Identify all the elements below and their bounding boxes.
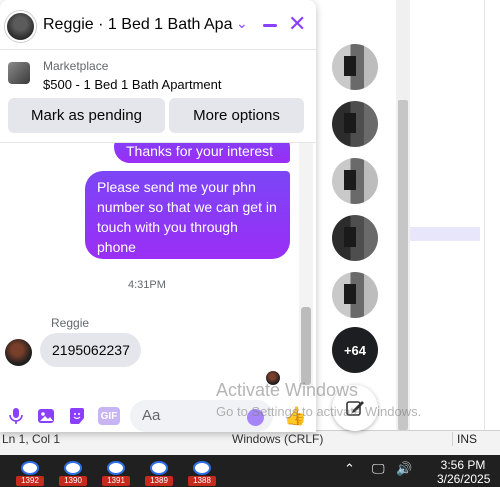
taskbar-app-button[interactable]: 1390 (59, 458, 87, 486)
contact-avatar[interactable] (5, 11, 36, 42)
taskbar-badge: 1392 (16, 476, 44, 486)
messenger-chat-window: Reggie · 1 Bed 1 Bath Apar... ⌄ ✕ Market… (0, 0, 316, 432)
taskbar-app-button[interactable]: 1391 (102, 458, 130, 486)
message-bubble-incoming[interactable]: 2195062237 (40, 333, 141, 367)
activate-windows-subtext: Go to Settings to activate Windows. (216, 404, 422, 419)
more-options-button[interactable]: More options (169, 98, 304, 133)
clock-time: 3:56 PM (440, 458, 486, 472)
background-scrollbar[interactable] (484, 0, 500, 430)
message-bubble-outgoing[interactable]: Please send me your phn number so that w… (85, 171, 290, 259)
marketplace-label: Marketplace (43, 59, 109, 73)
chevron-up-icon[interactable]: ⌃ (344, 461, 355, 477)
activate-windows-watermark: Activate Windows (216, 380, 359, 400)
message-timestamp: 4:31PM (128, 279, 166, 291)
app-icon (107, 461, 125, 475)
sender-name: Reggie (51, 316, 90, 330)
taskbar-app-button[interactable]: 1392 (16, 458, 44, 486)
microphone-icon[interactable] (7, 407, 25, 425)
background-selection (410, 227, 480, 241)
minimize-icon[interactable] (263, 24, 277, 27)
chat-head-avatar[interactable] (332, 44, 378, 90)
taskbar-badge: 1391 (102, 476, 130, 486)
chat-title[interactable]: Reggie · 1 Bed 1 Bath Apar... (43, 16, 233, 34)
clock[interactable]: 3:56 PM 3/26/2025 (437, 458, 491, 486)
chat-head-avatar[interactable] (332, 215, 378, 261)
clock-date: 3/26/2025 (437, 472, 491, 486)
chat-heads-scrollbar-thumb[interactable] (398, 100, 408, 430)
taskbar-badge: 1389 (145, 476, 173, 486)
app-icon (150, 461, 168, 475)
mark-as-pending-button[interactable]: Mark as pending (8, 98, 165, 133)
windows-taskbar: 1392 1390 1391 1389 1388 ⌃ 🖵 🔊 3:56 PM 3… (0, 455, 500, 487)
app-icon (64, 461, 82, 475)
chat-head-avatar[interactable] (332, 158, 378, 204)
status-insert-mode: INS (452, 432, 480, 446)
listing-thumbnail[interactable] (8, 62, 30, 84)
sender-avatar[interactable] (5, 339, 32, 366)
taskbar-badge: 1388 (188, 476, 216, 486)
message-list: Thanks for your interest Please send me … (0, 142, 316, 388)
taskbar-badge: 1390 (59, 476, 87, 486)
app-icon (21, 461, 39, 475)
chat-header[interactable]: Reggie · 1 Bed 1 Bath Apar... ⌄ ✕ (0, 0, 316, 50)
sticker-icon[interactable] (68, 407, 86, 425)
gif-icon[interactable]: GIF (98, 407, 120, 425)
volume-icon[interactable]: 🔊 (396, 461, 412, 477)
app-icon (193, 461, 211, 475)
listing-title[interactable]: $500 - 1 Bed 1 Bath Apartment (43, 77, 222, 92)
marketplace-listing-panel: Marketplace $500 - 1 Bed 1 Bath Apartmen… (0, 50, 316, 142)
taskbar-app-button[interactable]: 1388 (188, 458, 216, 486)
message-bubble-outgoing[interactable]: Thanks for your interest (114, 143, 290, 163)
chat-head-avatar[interactable] (332, 101, 378, 147)
chevron-down-icon[interactable]: ⌄ (236, 15, 248, 32)
chat-head-avatar[interactable] (332, 272, 378, 318)
close-icon[interactable]: ✕ (288, 13, 306, 35)
message-scrollbar-thumb[interactable] (301, 307, 311, 385)
taskbar-app-button[interactable]: 1389 (145, 458, 173, 486)
status-position: Ln 1, Col 1 (2, 432, 61, 446)
image-icon[interactable] (37, 407, 55, 425)
status-line-endings: Windows (CRLF) (232, 432, 324, 446)
message-input-placeholder: Aa (142, 407, 161, 424)
more-chats-button[interactable]: +64 (332, 327, 378, 373)
network-icon[interactable]: 🖵 (372, 461, 385, 477)
